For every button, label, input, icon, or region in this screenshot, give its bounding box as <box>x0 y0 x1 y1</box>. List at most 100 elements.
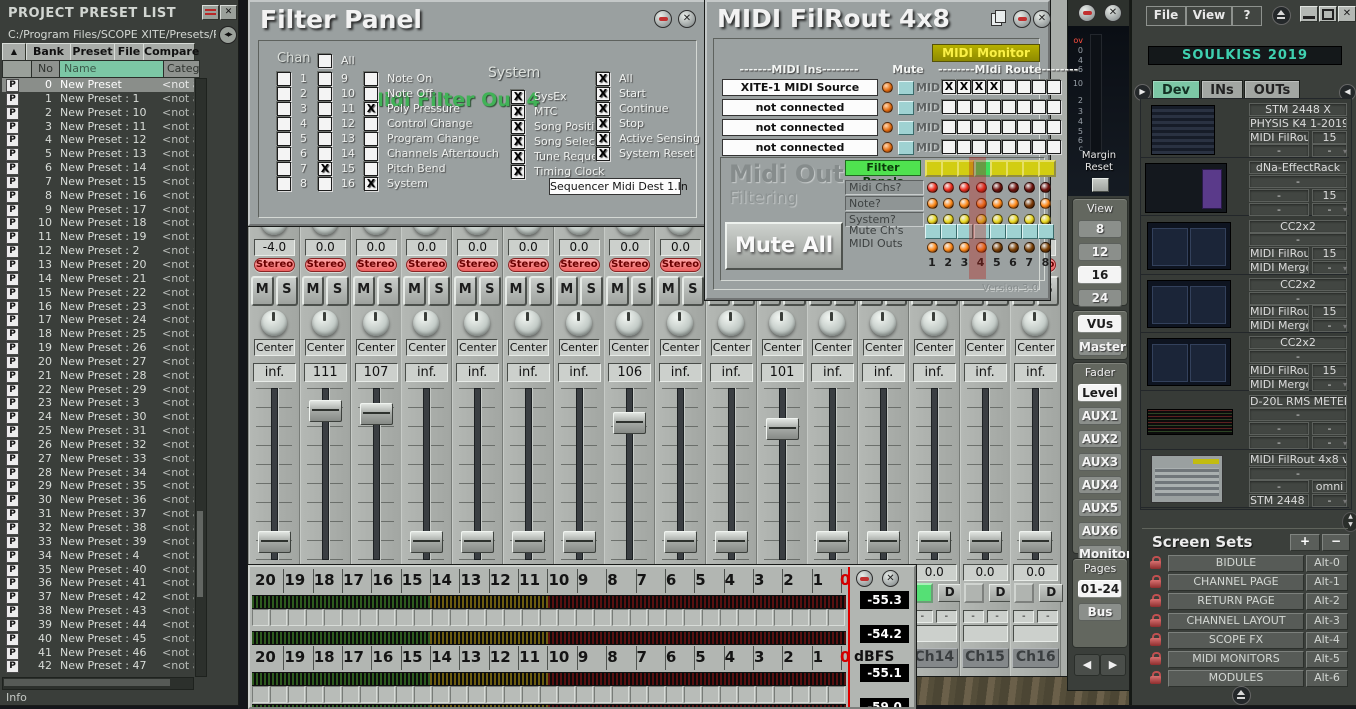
device-entry[interactable]: CC2x2-MIDI FilRout15MIDI Merger-▾ <box>1141 276 1349 333</box>
preset-row[interactable]: P3New Preset : 11<not ass <box>2 120 194 134</box>
screen-set-row[interactable]: CHANNEL PAGEAlt-1 <box>1142 574 1348 590</box>
expand-icon[interactable]: ▾ <box>1343 322 1347 331</box>
system-checkbox[interactable] <box>596 132 610 146</box>
mute-channel-button[interactable] <box>941 224 957 239</box>
route-checkbox[interactable] <box>972 100 986 114</box>
add-screen-set-button[interactable]: + <box>1290 534 1320 551</box>
preset-row[interactable]: P24New Preset : 30<not ass <box>2 410 194 424</box>
sequencer-dest-field[interactable]: Sequencer Midi Dest 1.In <box>549 178 681 195</box>
channel-all-checkbox[interactable] <box>318 54 332 68</box>
pan-knob[interactable] <box>515 310 541 336</box>
preset-row[interactable]: P34New Preset : 4<not ass <box>2 549 194 563</box>
route-checkbox[interactable] <box>1032 80 1046 94</box>
fader-handle[interactable] <box>715 531 748 553</box>
system-checkbox[interactable] <box>596 147 610 161</box>
route-checkbox[interactable] <box>1017 100 1031 114</box>
system-checkbox[interactable] <box>511 150 525 164</box>
preset-row[interactable]: P35New Preset : 40<not ass <box>2 563 194 577</box>
channel-checkbox[interactable] <box>318 102 332 116</box>
fader-handle[interactable] <box>766 418 799 440</box>
pan-knob[interactable] <box>972 310 998 336</box>
preset-row[interactable]: P11New Preset : 19<not ass <box>2 230 194 244</box>
preset-row[interactable]: P18New Preset : 25<not ass <box>2 327 194 341</box>
channel-d-button[interactable]: D <box>989 584 1013 602</box>
channel-on-button[interactable] <box>964 583 984 603</box>
route-checkbox[interactable] <box>972 120 986 134</box>
close-icon[interactable]: ✕ <box>1104 4 1122 22</box>
mute-channel-button[interactable] <box>990 224 1006 239</box>
pan-knob[interactable] <box>261 310 287 336</box>
channel-checkbox[interactable] <box>318 162 332 176</box>
preset-row[interactable]: P21New Preset : 28<not ass <box>2 369 194 383</box>
column-header-name[interactable]: Name <box>59 60 168 78</box>
stereo-button[interactable]: Stereo <box>660 258 701 272</box>
file-menu[interactable]: File <box>1146 6 1186 26</box>
mute-button[interactable]: M <box>556 276 579 306</box>
route-checkbox[interactable] <box>1032 140 1046 154</box>
channel-checkbox[interactable] <box>277 177 291 191</box>
device-entry[interactable]: D-20L RMS METER-----▾ <box>1141 393 1349 450</box>
bank-button[interactable]: Bank <box>26 43 71 61</box>
fader-mode-button[interactable]: AUX1 <box>1078 407 1122 425</box>
route-checkbox[interactable] <box>1032 120 1046 134</box>
mute-all-button[interactable]: Mute All <box>725 222 843 270</box>
preset-button[interactable]: Preset <box>70 43 115 61</box>
maximize-icon[interactable] <box>1319 6 1337 22</box>
mute-button[interactable]: M <box>657 276 680 306</box>
pan-knob[interactable] <box>718 310 744 336</box>
mute-button[interactable] <box>898 81 914 95</box>
screen-set-row[interactable]: SCOPE FXAlt-4 <box>1142 632 1348 648</box>
mute-button[interactable] <box>898 101 914 115</box>
close-icon[interactable]: ✕ <box>1338 6 1356 22</box>
close-icon[interactable]: ✕ <box>1033 10 1051 28</box>
fader-handle[interactable] <box>1019 531 1052 553</box>
route-checkbox[interactable] <box>987 80 1001 94</box>
preset-row[interactable]: P1New Preset : 1<not ass <box>2 92 194 106</box>
stereo-button[interactable]: Stereo <box>254 258 295 272</box>
view-count-button[interactable]: 16 <box>1078 266 1122 284</box>
mute-channel-button[interactable] <box>1006 224 1022 239</box>
preset-row[interactable]: P36New Preset : 41<not ass <box>2 576 194 590</box>
system-checkbox[interactable] <box>511 120 525 134</box>
channel-checkbox[interactable] <box>277 162 291 176</box>
filter-panel-select-button[interactable] <box>1038 160 1056 177</box>
filter-checkbox[interactable] <box>364 117 378 131</box>
route-checkbox[interactable] <box>1047 80 1061 94</box>
fader-mode-button[interactable]: AUX2 <box>1078 430 1122 448</box>
fader-handle[interactable] <box>816 531 849 553</box>
pan-knob[interactable] <box>616 310 642 336</box>
route-checkbox[interactable] <box>1047 120 1061 134</box>
screen-set-name-button[interactable]: CHANNEL LAYOUT <box>1168 613 1304 630</box>
preset-row[interactable]: P16New Preset : 23<not ass <box>2 300 194 314</box>
route-checkbox[interactable] <box>957 120 971 134</box>
mute-button[interactable]: M <box>403 276 426 306</box>
fader-handle[interactable] <box>969 531 1002 553</box>
close-icon[interactable]: ✕ <box>882 570 899 587</box>
fader-handle[interactable] <box>613 412 646 434</box>
channel-checkbox[interactable] <box>277 102 291 116</box>
solo-button[interactable]: S <box>580 276 603 306</box>
stereo-button[interactable]: Stereo <box>559 258 600 272</box>
screen-set-name-button[interactable]: SCOPE FX <box>1168 632 1304 649</box>
filter-checkbox[interactable] <box>364 147 378 161</box>
route-checkbox[interactable] <box>1047 140 1061 154</box>
channel-checkbox[interactable] <box>318 117 332 131</box>
route-checkbox[interactable] <box>987 120 1001 134</box>
eject-icon[interactable] <box>1272 6 1291 25</box>
master-button[interactable]: Master <box>1078 338 1122 356</box>
route-checkbox[interactable] <box>972 80 986 94</box>
minimize-icon[interactable] <box>856 570 873 587</box>
page-button[interactable]: Bus <box>1078 603 1122 621</box>
preset-row[interactable]: P41New Preset : 46<not ass <box>2 646 194 660</box>
mute-button[interactable]: M <box>505 276 528 306</box>
column-header-category[interactable]: Category <box>163 60 200 78</box>
mute-channel-button[interactable] <box>1038 224 1054 239</box>
fader-handle[interactable] <box>410 531 443 553</box>
preset-row[interactable]: P26New Preset : 32<not ass <box>2 438 194 452</box>
column-header-no[interactable]: No <box>31 60 60 78</box>
fader-handle[interactable] <box>918 531 951 553</box>
pan-knob[interactable] <box>566 310 592 336</box>
file-button[interactable]: File <box>114 43 144 61</box>
stereo-button[interactable]: Stereo <box>609 258 650 272</box>
route-checkbox[interactable] <box>1047 100 1061 114</box>
